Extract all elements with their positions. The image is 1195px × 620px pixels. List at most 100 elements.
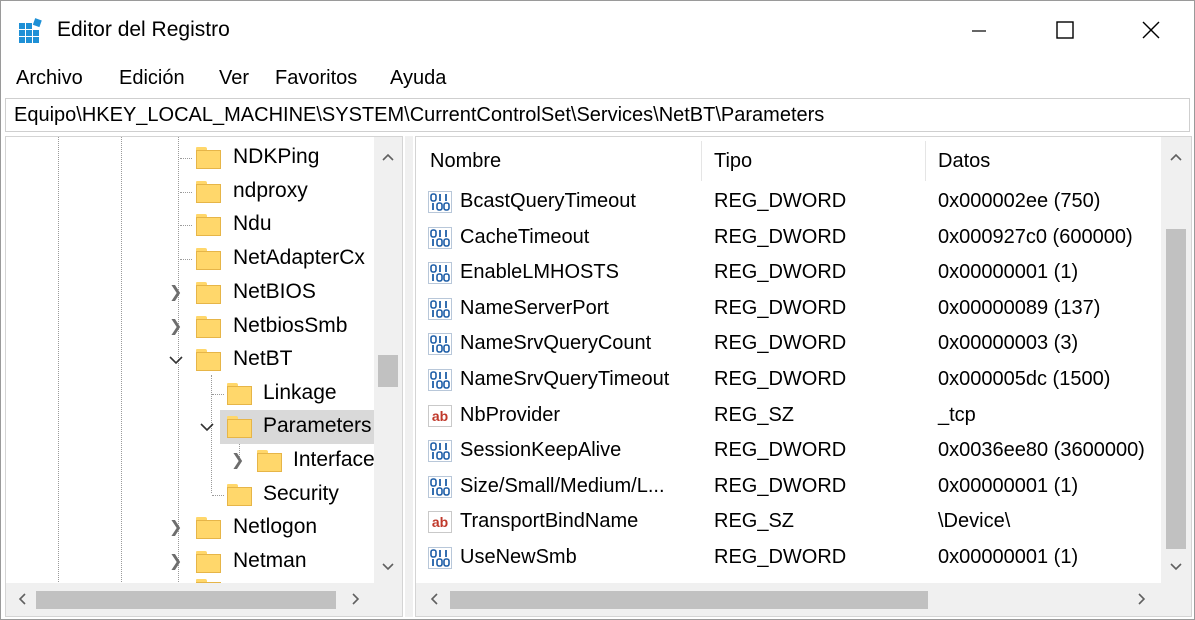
tree-item-label: Linkage (263, 381, 337, 404)
value-data: 0x000005dc (1500) (938, 368, 1111, 390)
scroll-right-icon[interactable] (1132, 589, 1152, 609)
scroll-down-icon[interactable] (1166, 557, 1186, 577)
title-bar: Editor del Registro (1, 1, 1194, 59)
tree-item-security[interactable]: Security (6, 478, 374, 512)
tree-item-linkage[interactable]: Linkage (6, 377, 374, 411)
tree-vertical-scrollbar[interactable] (374, 137, 402, 583)
value-name: CacheTimeout (460, 225, 590, 248)
tree-item-netbios[interactable]: ❯ NetBIOS (6, 276, 374, 310)
binary-value-icon (428, 262, 452, 285)
value-row[interactable]: SessionKeepAlive REG_DWORD 0x0036ee80 (360… (416, 434, 1161, 469)
value-type: REG_DWORD (714, 546, 847, 568)
folder-icon (227, 383, 252, 405)
close-icon (1142, 21, 1160, 39)
value-type: REG_DWORD (714, 439, 847, 462)
chevron-right-icon[interactable]: ❯ (169, 282, 182, 302)
chevron-down-icon[interactable] (168, 354, 184, 366)
value-name: TransportBindName (460, 510, 639, 533)
scroll-right-icon[interactable] (346, 589, 366, 609)
value-name: Size/Small/Medium/L... (460, 474, 665, 497)
tree-item-netbt[interactable]: NetBT (6, 343, 374, 377)
value-row[interactable]: ab TransportBindName REG_SZ \Device\ (416, 505, 1161, 540)
value-name: UseNewSmb (460, 546, 577, 568)
scroll-down-icon[interactable] (378, 557, 398, 577)
minimize-button[interactable] (936, 1, 1022, 59)
minimize-icon (972, 30, 986, 32)
menu-ver[interactable]: Ver (219, 67, 249, 90)
value-data: 0x00000001 (1) (938, 474, 1079, 497)
list-vertical-scrollbar[interactable] (1161, 137, 1191, 583)
pane-splitter[interactable] (405, 136, 413, 617)
list-hscroll-thumb[interactable] (450, 591, 928, 609)
chevron-right-icon[interactable]: ❯ (231, 450, 244, 470)
scroll-left-icon[interactable] (12, 589, 32, 609)
value-row[interactable]: Size/Small/Medium/L... REG_DWORD 0x0000000… (416, 470, 1161, 505)
value-row[interactable]: EnableLMHOSTS REG_DWORD 0x00000001 (1) (416, 256, 1161, 291)
value-type: REG_DWORD (714, 261, 847, 284)
folder-icon (196, 551, 221, 573)
value-row[interactable]: NameSrvQueryCount REG_DWORD 0x00000003 (3) (416, 327, 1161, 362)
tree-item-ndproxy[interactable]: ndproxy (6, 175, 374, 209)
column-header-type[interactable]: Tipo (700, 137, 926, 185)
string-icon-label: ab (432, 514, 448, 530)
chevron-down-icon[interactable] (199, 421, 215, 433)
folder-icon (196, 214, 221, 236)
value-row[interactable]: NameSrvQueryTimeout REG_DWORD 0x000005dc (… (416, 363, 1161, 398)
scroll-left-icon[interactable] (424, 589, 444, 609)
tree-item-ndkping[interactable]: NDKPing (6, 141, 374, 175)
tree-item-label: Ndu (233, 212, 272, 235)
value-name: EnableLMHOSTS (460, 261, 619, 284)
value-name: NbProvider (460, 403, 561, 426)
chevron-right-icon[interactable]: ❯ (169, 316, 182, 336)
menu-archivo[interactable]: Archivo (16, 67, 83, 90)
tree-item-label: Interface (293, 448, 375, 471)
column-header-data[interactable]: Datos (924, 137, 1161, 185)
column-header-name[interactable]: Nombre (416, 137, 702, 185)
maximize-button[interactable] (1022, 1, 1108, 59)
value-row[interactable]: UseNewSmb REG_DWORD 0x00000001 (1) (416, 541, 1161, 576)
value-type: REG_DWORD (714, 225, 847, 248)
folder-icon (196, 517, 221, 539)
value-data: _tcp (938, 403, 976, 426)
maximize-icon (1056, 21, 1074, 39)
value-row[interactable]: CacheTimeout REG_DWORD 0x000927c0 (600000) (416, 221, 1161, 256)
string-value-icon: ab (428, 404, 452, 427)
list-horizontal-scrollbar[interactable] (416, 583, 1191, 616)
value-data: 0x00000003 (3) (938, 332, 1079, 355)
tree-horizontal-scrollbar[interactable] (6, 583, 402, 616)
chevron-right-icon[interactable]: ❯ (169, 517, 182, 537)
tree-item-netadaptercx[interactable]: NetAdapterCx (6, 242, 374, 276)
chevron-right-icon[interactable]: ❯ (169, 551, 182, 571)
binary-value-icon (428, 475, 452, 498)
menu-favoritos[interactable]: Favoritos (275, 67, 357, 90)
tree-item-parameters[interactable]: Parameters (220, 410, 374, 444)
tree-item-label: Security (263, 482, 339, 505)
value-name: NameSrvQueryTimeout (460, 368, 670, 390)
value-row[interactable]: NameServerPort REG_DWORD 0x00000089 (137) (416, 292, 1161, 327)
folder-icon (196, 282, 221, 304)
value-row[interactable]: BcastQueryTimeout REG_DWORD 0x000002ee (75… (416, 185, 1161, 220)
tree-item-netman[interactable]: ❯ Netman (6, 545, 374, 579)
window-title: Editor del Registro (57, 18, 230, 41)
values-list-pane[interactable]: Nombre Tipo Datos BcastQueryTimeout REG_D… (415, 136, 1192, 617)
tree-item-ndu[interactable]: Ndu (6, 208, 374, 242)
value-data: 0x00000089 (137) (938, 296, 1101, 319)
tree-item-label: NetBIOS (233, 280, 316, 303)
tree-item-netbiossmb[interactable]: ❯ NetbiosSmb (6, 310, 374, 344)
value-type: REG_DWORD (714, 474, 847, 497)
close-button[interactable] (1108, 1, 1194, 59)
value-name: SessionKeepAlive (460, 439, 622, 462)
registry-editor-app-icon (19, 18, 42, 43)
tree-item-netlogon[interactable]: ❯ Netlogon (6, 511, 374, 545)
tree-item-interfaces[interactable]: ❯ Interface (6, 444, 375, 478)
list-scroll-thumb[interactable] (1166, 229, 1186, 549)
tree-scroll-thumb[interactable] (378, 355, 398, 387)
value-row[interactable]: ab NbProvider REG_SZ _tcp (416, 399, 1161, 434)
menu-ayuda[interactable]: Ayuda (390, 67, 446, 90)
menu-edicion[interactable]: Edición (119, 67, 185, 90)
key-tree-pane[interactable]: NDKPing ndproxy Ndu NetAdapterCx ❯ NetBI… (5, 136, 403, 617)
tree-hscroll-thumb[interactable] (36, 591, 336, 609)
scroll-up-icon[interactable] (1166, 147, 1186, 167)
scroll-up-icon[interactable] (378, 147, 398, 167)
address-bar[interactable]: Equipo\HKEY_LOCAL_MACHINE\SYSTEM\Current… (5, 98, 1190, 132)
